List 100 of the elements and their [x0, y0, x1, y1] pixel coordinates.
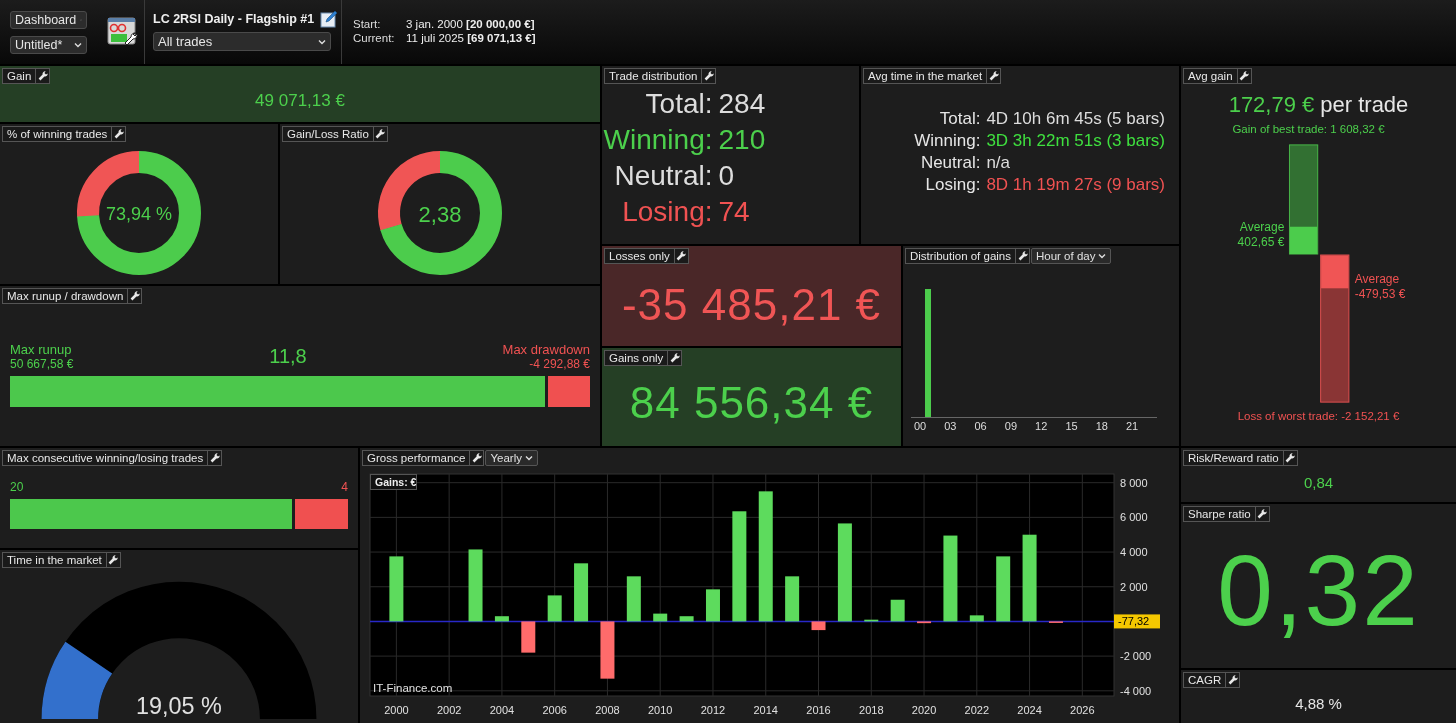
chart-window-icon[interactable] [107, 16, 139, 48]
stat-label: Neutral: [613, 159, 713, 193]
stat-label: Total: [644, 87, 713, 121]
axis-label: 06 [974, 420, 987, 432]
stat-value: 4D 10h 6m 45s (5 bars) [986, 108, 1165, 130]
risk-reward-value: 0,84 [1303, 473, 1334, 491]
chart-bar [389, 556, 404, 622]
chart-bar [521, 621, 536, 653]
date-label: Start: [353, 17, 382, 31]
stat-value: 74 [718, 195, 751, 229]
axis-label: 2018 [859, 704, 884, 716]
drawdown-label: Max drawdown [502, 342, 590, 357]
runup-label: Max runup [10, 342, 73, 357]
panel-title: Max consecutive winning/losing trades [2, 450, 209, 466]
panel-title: Time in the market [2, 552, 107, 568]
trades-filter-dropdown[interactable]: All trades [153, 32, 331, 51]
average-label: Average [1239, 220, 1285, 235]
panel-settings-button[interactable] [128, 288, 143, 304]
axis-label: 2012 [700, 704, 726, 716]
axis-label: -4 000 [1120, 684, 1152, 697]
wrench-icon [129, 291, 140, 301]
stat-label: Losing: [621, 195, 713, 229]
axis-label: 8 000 [1120, 476, 1148, 489]
donut-value: 2,38 [418, 202, 462, 227]
axis-label: 15 [1065, 420, 1078, 432]
gains-value: 84 556,34 € [629, 378, 874, 428]
wrench-icon [375, 129, 386, 139]
panel-title: Distribution of gains [905, 248, 1016, 264]
gain-value: 49 071,13 € [255, 91, 345, 111]
stat-value: 8D 1h 19m 27s (9 bars) [986, 174, 1165, 196]
winning-count: 20 [10, 480, 24, 495]
stat-value: n/a [986, 152, 1012, 174]
wrench-icon [108, 555, 119, 565]
axis-label: 2010 [647, 704, 673, 716]
chart-title: Gains: € [375, 476, 417, 488]
chart-bar [494, 616, 509, 622]
axis-label: 18 [1095, 420, 1108, 432]
stat-label: Losing: [924, 174, 981, 196]
panel-settings-button[interactable] [987, 68, 1002, 84]
panel-title: Gain [2, 68, 37, 84]
runup-ratio: 11,8 [269, 345, 307, 369]
panel-settings-button[interactable] [208, 450, 223, 466]
wrench-icon [1285, 453, 1296, 463]
mode-dropdown[interactable]: Hour of day [1031, 248, 1112, 264]
gauge-value: 19,05 % [136, 693, 222, 720]
panel-title: Trade distribution [604, 68, 703, 84]
wrench-icon [113, 129, 124, 139]
chart-bar [864, 619, 879, 622]
chart-bar [969, 615, 984, 622]
axis-label: 4 000 [1120, 546, 1148, 559]
panel-title: Gross performance [362, 450, 471, 466]
panel-title: Gain/Loss Ratio [282, 126, 374, 142]
panel-settings-button[interactable] [36, 68, 51, 84]
average-value: 402,65 € [1237, 235, 1285, 250]
axis-label: 2016 [806, 704, 831, 716]
mode-dropdown[interactable]: Yearly [485, 450, 538, 466]
panel-title: Risk/Reward ratio [1183, 450, 1284, 466]
axis-label: 03 [944, 420, 957, 432]
axis-label: 09 [1004, 420, 1018, 432]
chart-title: Gains: € [370, 474, 417, 490]
panel-settings-button[interactable] [668, 350, 683, 366]
wrench-icon [471, 453, 482, 463]
panel-title: Gains only [604, 350, 669, 366]
panel-settings-button[interactable] [1226, 672, 1241, 688]
losing-count: 4 [341, 480, 348, 495]
axis-label: -2 000 [1120, 650, 1152, 663]
strategy-title: LC 2RSI Daily - Flagship #1 [153, 12, 315, 26]
chart-bar [574, 563, 589, 622]
cagr-value: 4,88 % [1295, 695, 1342, 712]
chart-bar [996, 556, 1011, 622]
axis-label: 6 000 [1120, 511, 1148, 524]
axis-label: 21 [1125, 420, 1139, 432]
stat-label: Neutral: [919, 152, 981, 174]
sharpe-value: 0,32 [1217, 532, 1420, 648]
stat-value: 0 [718, 159, 736, 193]
axis-label: 2 000 [1120, 580, 1148, 593]
panel-title: Max runup / drawdown [2, 288, 129, 304]
panel-settings-button[interactable] [1016, 248, 1030, 264]
panel-settings-button[interactable] [702, 68, 717, 84]
wrench-icon [1017, 251, 1028, 261]
axis-label: 2008 [595, 704, 620, 716]
panel-settings-button[interactable] [470, 450, 485, 466]
panel-title: Avg gain [1183, 68, 1238, 84]
layout-dropdown[interactable]: Untitled* [10, 35, 87, 54]
wrench-icon [703, 71, 714, 81]
panel-settings-button[interactable] [112, 126, 127, 142]
stat-label: Winning: [914, 130, 981, 152]
runup-value: 50 667,58 € [10, 357, 74, 372]
wrench-icon [1227, 675, 1238, 685]
edit-icon[interactable] [320, 10, 339, 28]
axis-label: 2002 [436, 704, 462, 716]
chart-bar [917, 621, 932, 624]
panel-title: CAGR [1183, 672, 1227, 688]
panel-title: Avg time in the market [863, 68, 988, 84]
wrench-icon [1257, 509, 1268, 519]
axis-label: 2006 [542, 704, 567, 716]
wrench-icon [669, 353, 680, 363]
panel-title: Losses only [604, 248, 675, 264]
chart-bar [653, 613, 668, 622]
view-dropdown[interactable]: Dashboard [10, 10, 87, 29]
